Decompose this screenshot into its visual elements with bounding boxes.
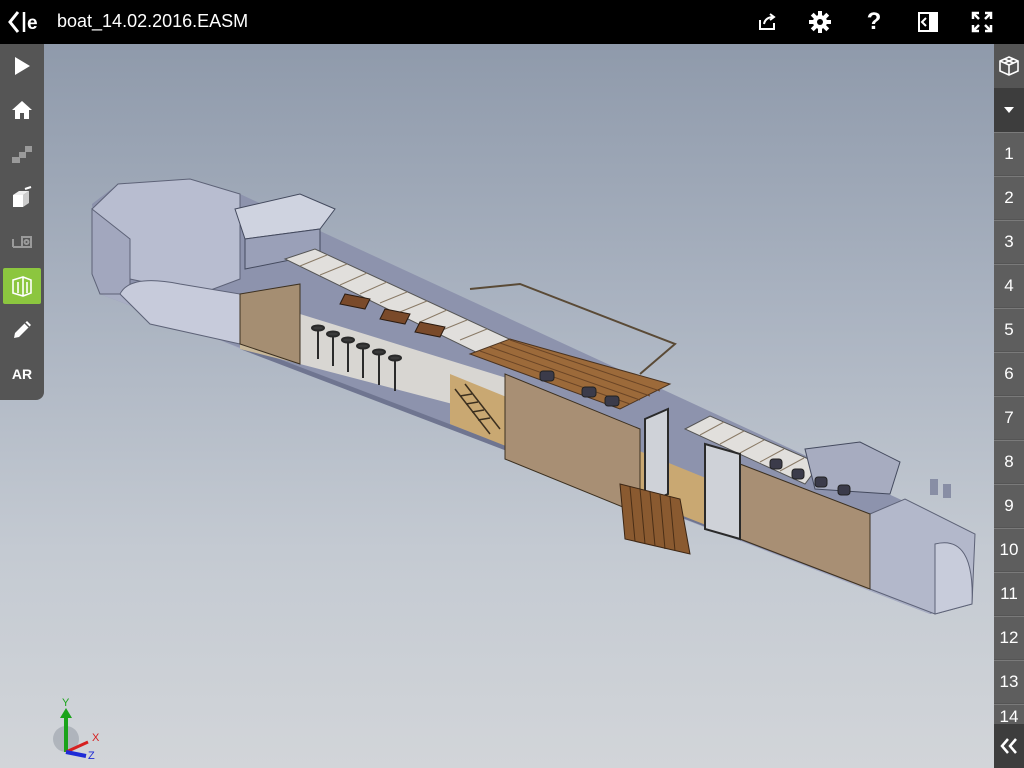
explode-button[interactable] (0, 176, 44, 220)
left-toolbar: AR (0, 44, 44, 400)
top-bar: e boat_14.02.2016.EASM ? (0, 0, 1024, 44)
document-title: boat_14.02.2016.EASM (57, 11, 249, 31)
section-icon (12, 276, 32, 297)
x-axis-label: X (92, 732, 100, 744)
right-step-panel: 1 2 3 4 5 6 7 8 9 10 11 12 13 14 (994, 44, 1024, 768)
help-icon: ? (866, 8, 882, 35)
steps-button[interactable] (0, 132, 44, 176)
markup-button[interactable] (0, 308, 44, 352)
measure-icon (12, 236, 32, 248)
step-6[interactable]: 6 (994, 352, 1024, 395)
step-5[interactable]: 5 (994, 308, 1024, 351)
section-button[interactable] (0, 264, 44, 308)
views-button[interactable] (994, 44, 1024, 88)
step-13[interactable]: 13 (994, 660, 1024, 703)
3d-viewport[interactable]: Y X Z (0, 44, 994, 768)
step-11[interactable]: 11 (994, 572, 1024, 615)
z-axis-label: Z (88, 750, 95, 762)
back-button[interactable]: e (6, 8, 46, 36)
views-cube-icon (999, 56, 1019, 76)
double-chevron-left-icon (1000, 738, 1017, 754)
fullscreen-button[interactable] (967, 8, 997, 36)
home-button[interactable] (0, 88, 44, 132)
boat-model[interactable] (0, 44, 994, 768)
fullscreen-icon (971, 11, 993, 33)
gear-icon (809, 11, 831, 33)
step-1[interactable]: 1 (994, 132, 1024, 175)
step-10[interactable]: 10 (994, 528, 1024, 571)
share-button[interactable] (752, 8, 782, 36)
split-view-icon (918, 12, 938, 32)
settings-button[interactable] (805, 8, 835, 36)
step-3[interactable]: 3 (994, 220, 1024, 263)
step-7[interactable]: 7 (994, 396, 1024, 439)
steps-dropdown[interactable] (994, 88, 1024, 132)
ar-button[interactable]: AR (0, 352, 44, 396)
share-icon (759, 13, 776, 30)
dropdown-arrow-icon (1004, 107, 1014, 113)
collapse-panel-button[interactable] (994, 724, 1024, 768)
axis-triad: Y X Z (53, 697, 100, 762)
svg-text:e: e (27, 13, 38, 34)
play-button[interactable] (0, 44, 44, 88)
back-icon: e (8, 11, 38, 34)
step-8[interactable]: 8 (994, 440, 1024, 483)
pencil-icon (14, 321, 31, 338)
step-2[interactable]: 2 (994, 176, 1024, 219)
y-axis-label: Y (62, 697, 70, 709)
help-button[interactable]: ? (859, 8, 889, 36)
step-9[interactable]: 9 (994, 484, 1024, 527)
ar-label: AR (11, 366, 33, 382)
step-12[interactable]: 12 (994, 616, 1024, 659)
home-icon (12, 101, 32, 119)
play-icon (15, 57, 30, 75)
explode-icon (13, 186, 32, 207)
steps-icon (12, 146, 32, 163)
measure-button[interactable] (0, 220, 44, 264)
split-view-button[interactable] (913, 8, 943, 36)
step-4[interactable]: 4 (994, 264, 1024, 307)
